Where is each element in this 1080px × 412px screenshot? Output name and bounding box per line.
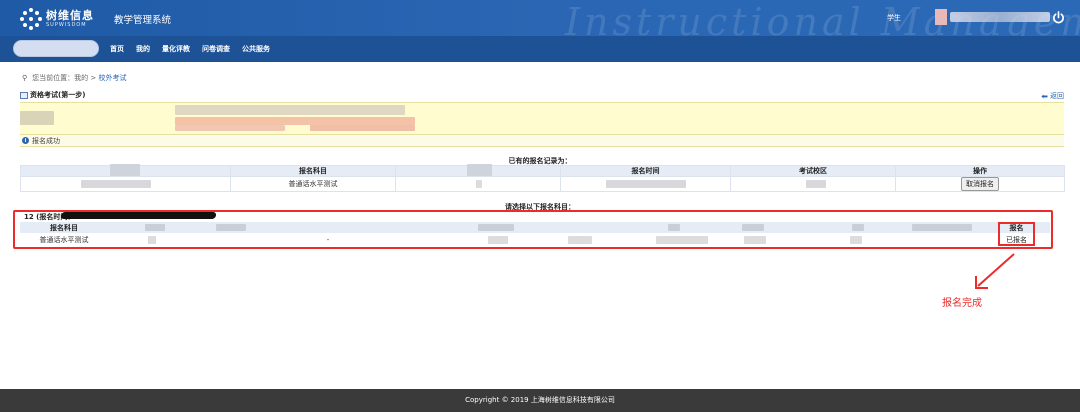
table-cell-redacted xyxy=(372,222,460,233)
page-title: 资格考试(第一步) xyxy=(20,90,85,100)
form-icon xyxy=(20,91,28,99)
avatar[interactable] xyxy=(935,9,947,25)
main-nav-bar: 首页 我的 量化评教 问卷调查 公共服务 xyxy=(0,36,1080,62)
subject-name: 普通话水平测试 xyxy=(20,233,108,246)
nav-item-evaluation[interactable]: 量化评教 xyxy=(162,44,190,54)
user-role: 学生 xyxy=(887,14,901,22)
redacted-text xyxy=(310,125,415,131)
cancel-registration-button[interactable]: 取消报名 xyxy=(961,177,999,191)
table-cell-redacted xyxy=(20,176,231,192)
success-message: 报名成功 xyxy=(32,136,60,145)
subject-dash: - xyxy=(284,233,372,246)
nav-item-public-service[interactable]: 公共服务 xyxy=(242,44,270,54)
redacted-text xyxy=(175,117,415,125)
column-header: 操作 xyxy=(895,165,1065,177)
redacted-header-cell xyxy=(467,164,492,176)
user-name-redacted xyxy=(950,12,1050,22)
table-cell-redacted xyxy=(548,233,636,246)
annotation-label: 报名完成 xyxy=(942,298,982,309)
table-header-row: 报名科目 报名时间 考试校区 操作 xyxy=(20,165,1065,177)
column-header: 报名科目 xyxy=(230,165,396,177)
back-button[interactable]: ⬅ 返回 xyxy=(1041,91,1064,101)
table-cell-redacted xyxy=(395,176,561,192)
breadcrumb: ⚲ 您当前位置：我的 > 校外考试 xyxy=(22,73,126,83)
logo-mark-icon xyxy=(20,8,42,30)
records-table: 报名科目 报名时间 考试校区 操作 普通话水平测试 取消报名 xyxy=(20,165,1065,192)
back-arrow-icon: ⬅ xyxy=(1041,91,1048,101)
logo-name: 树维信息 xyxy=(46,9,94,22)
location-pin-icon: ⚲ xyxy=(22,74,28,82)
nav-item-home[interactable]: 首页 xyxy=(110,44,124,54)
column-header: 报名科目 xyxy=(20,222,108,233)
table-cell-redacted xyxy=(724,233,812,246)
redacted-header-cell xyxy=(110,164,140,176)
table-cell xyxy=(372,233,460,246)
main-nav: 首页 我的 量化评教 问卷调查 公共服务 xyxy=(110,36,282,62)
table-cell-redacted xyxy=(636,233,724,246)
table-cell-redacted xyxy=(560,176,731,192)
redacted-scribble xyxy=(60,212,217,219)
table-cell-redacted xyxy=(548,222,636,233)
breadcrumb-prefix: 您当前位置：我的 > xyxy=(32,74,97,82)
table-cell-redacted xyxy=(730,176,896,192)
search-input[interactable] xyxy=(13,40,99,57)
back-label: 返回 xyxy=(1050,92,1064,100)
table-row: 普通话水平测试 取消报名 xyxy=(20,176,1065,192)
redacted-text xyxy=(175,105,405,115)
system-title: 教学管理系统 xyxy=(114,15,172,26)
table-cell-redacted xyxy=(900,222,988,233)
top-header: 树维信息 SUPWISDOM 教学管理系统 Instructional Mana… xyxy=(0,0,1080,36)
column-header: 考试校区 xyxy=(730,165,896,177)
panel-header: 资格考试(第一步) ⬅ 返回 xyxy=(20,90,1064,102)
redacted-text xyxy=(175,125,285,131)
table-row: 普通话水平测试 - xyxy=(20,233,1050,246)
power-icon[interactable] xyxy=(1052,11,1065,24)
redacted-photo xyxy=(20,111,54,125)
table-cell-redacted xyxy=(636,222,724,233)
applicant-info-box xyxy=(20,102,1064,134)
column-header: 报名时间 xyxy=(560,165,731,177)
page-title-text: 资格考试(第一步) xyxy=(30,91,86,99)
status-registered: 已报名 xyxy=(1006,236,1027,244)
subjects-table: 报名科目 普通话水平测试 - xyxy=(20,222,1050,246)
table-cell-redacted xyxy=(108,233,196,246)
table-cell-redacted xyxy=(460,222,548,233)
status-column-header: 报名 xyxy=(1009,224,1024,232)
logo[interactable]: 树维信息 SUPWISDOM xyxy=(20,8,94,30)
table-cell-redacted xyxy=(108,222,196,233)
nav-item-mine[interactable]: 我的 xyxy=(136,44,150,54)
info-icon: i xyxy=(22,137,29,144)
table-header-row: 报名科目 xyxy=(20,222,1050,233)
table-cell-redacted xyxy=(812,233,900,246)
table-cell-redacted xyxy=(724,222,812,233)
breadcrumb-current[interactable]: 校外考试 xyxy=(98,73,126,83)
table-cell-redacted xyxy=(284,222,372,233)
footer-copyright: Copyright © 2019 上海树维信息科技有限公司 xyxy=(0,389,1080,412)
nav-item-survey[interactable]: 问卷调查 xyxy=(202,44,230,54)
table-cell-redacted xyxy=(460,233,548,246)
table-cell-redacted xyxy=(812,222,900,233)
success-message-row: i 报名成功 xyxy=(20,134,1064,147)
action-cell: 取消报名 xyxy=(895,176,1065,192)
record-subject: 普通话水平测试 xyxy=(230,176,396,192)
annotation-arrow-icon xyxy=(975,253,1015,289)
logo-tagline: SUPWISDOM xyxy=(46,22,87,28)
table-cell-redacted xyxy=(196,222,284,233)
table-cell xyxy=(196,233,284,246)
table-cell xyxy=(900,233,988,246)
